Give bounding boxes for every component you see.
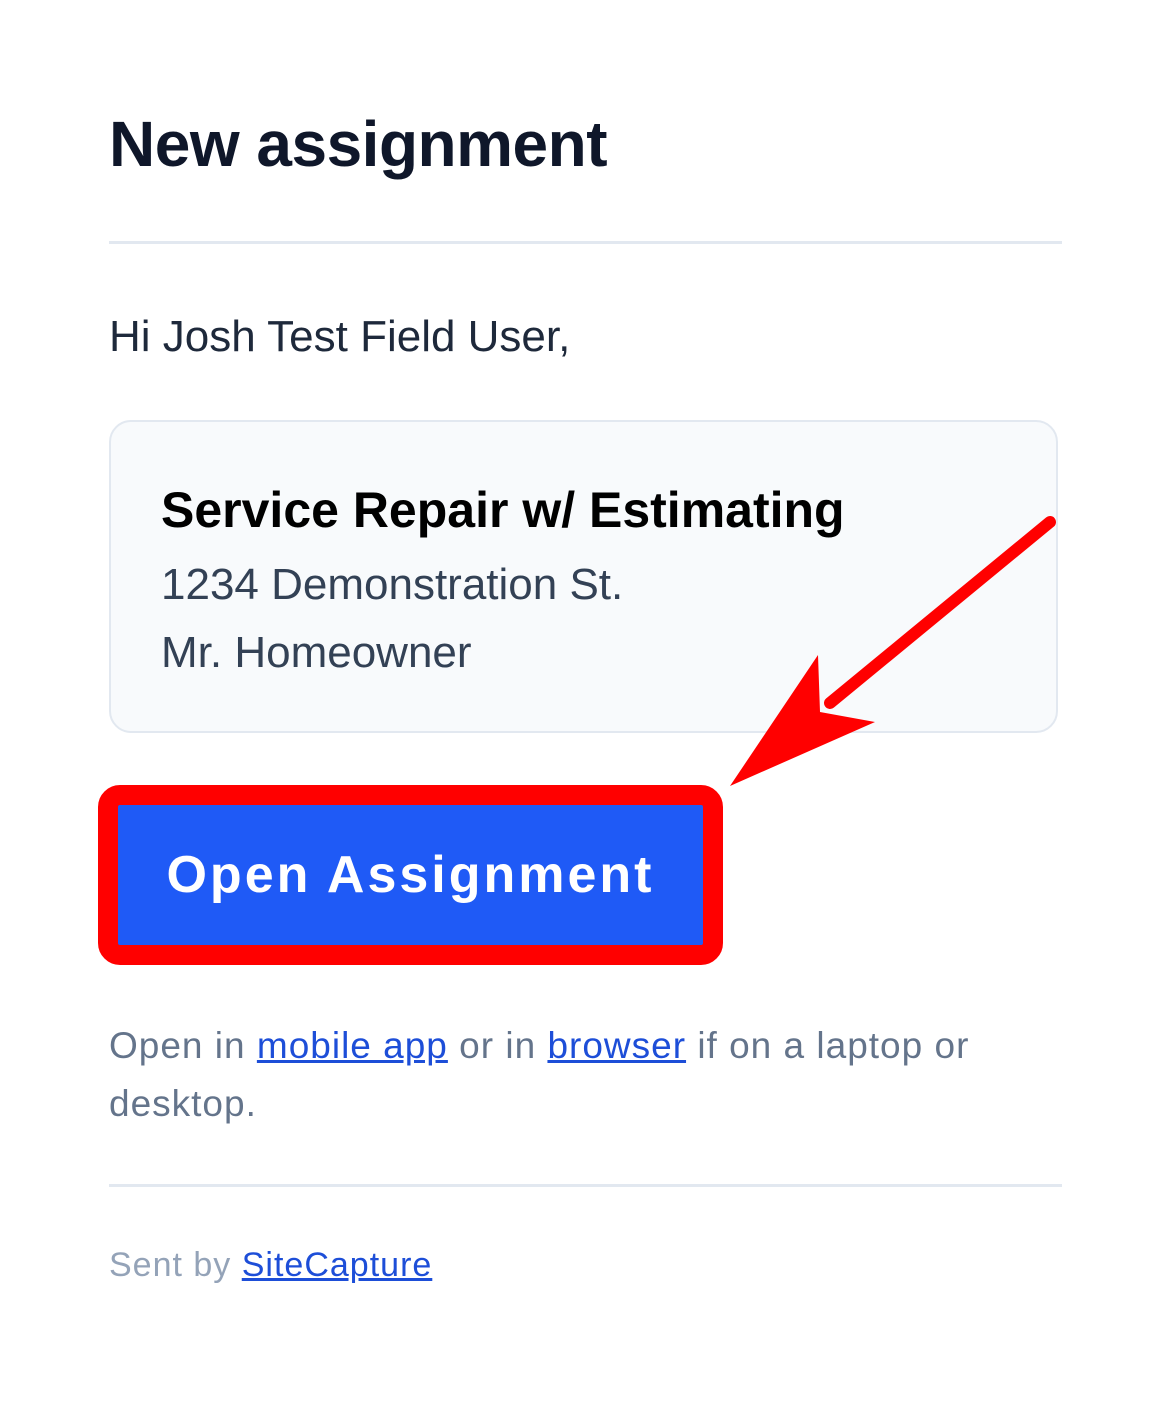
mobile-app-link[interactable]: mobile app xyxy=(257,1025,448,1066)
assignment-card: Service Repair w/ Estimating 1234 Demons… xyxy=(109,420,1058,733)
assignment-address: 1234 Demonstration St. xyxy=(161,560,624,609)
bottom-divider xyxy=(109,1184,1062,1187)
browser-link[interactable]: browser xyxy=(547,1025,686,1066)
assignment-title: Service Repair w/ Estimating xyxy=(161,482,845,538)
greeting-text: Hi Josh Test Field User, xyxy=(109,312,571,361)
sitecapture-link[interactable]: SiteCapture xyxy=(242,1246,433,1284)
open-instructions: Open in mobile app or in browser if on a… xyxy=(109,1017,1059,1133)
top-divider xyxy=(109,241,1062,244)
note-middle: or in xyxy=(447,1025,548,1066)
annotation-highlight-box: Open Assignment xyxy=(98,785,723,965)
note-prefix: Open in xyxy=(109,1025,257,1066)
footer-prefix: Sent by xyxy=(109,1246,242,1284)
footer: Sent by SiteCapture xyxy=(109,1240,432,1290)
page-title: New assignment xyxy=(109,108,608,180)
open-assignment-button[interactable]: Open Assignment xyxy=(118,805,703,945)
assignment-customer: Mr. Homeowner xyxy=(161,628,472,677)
